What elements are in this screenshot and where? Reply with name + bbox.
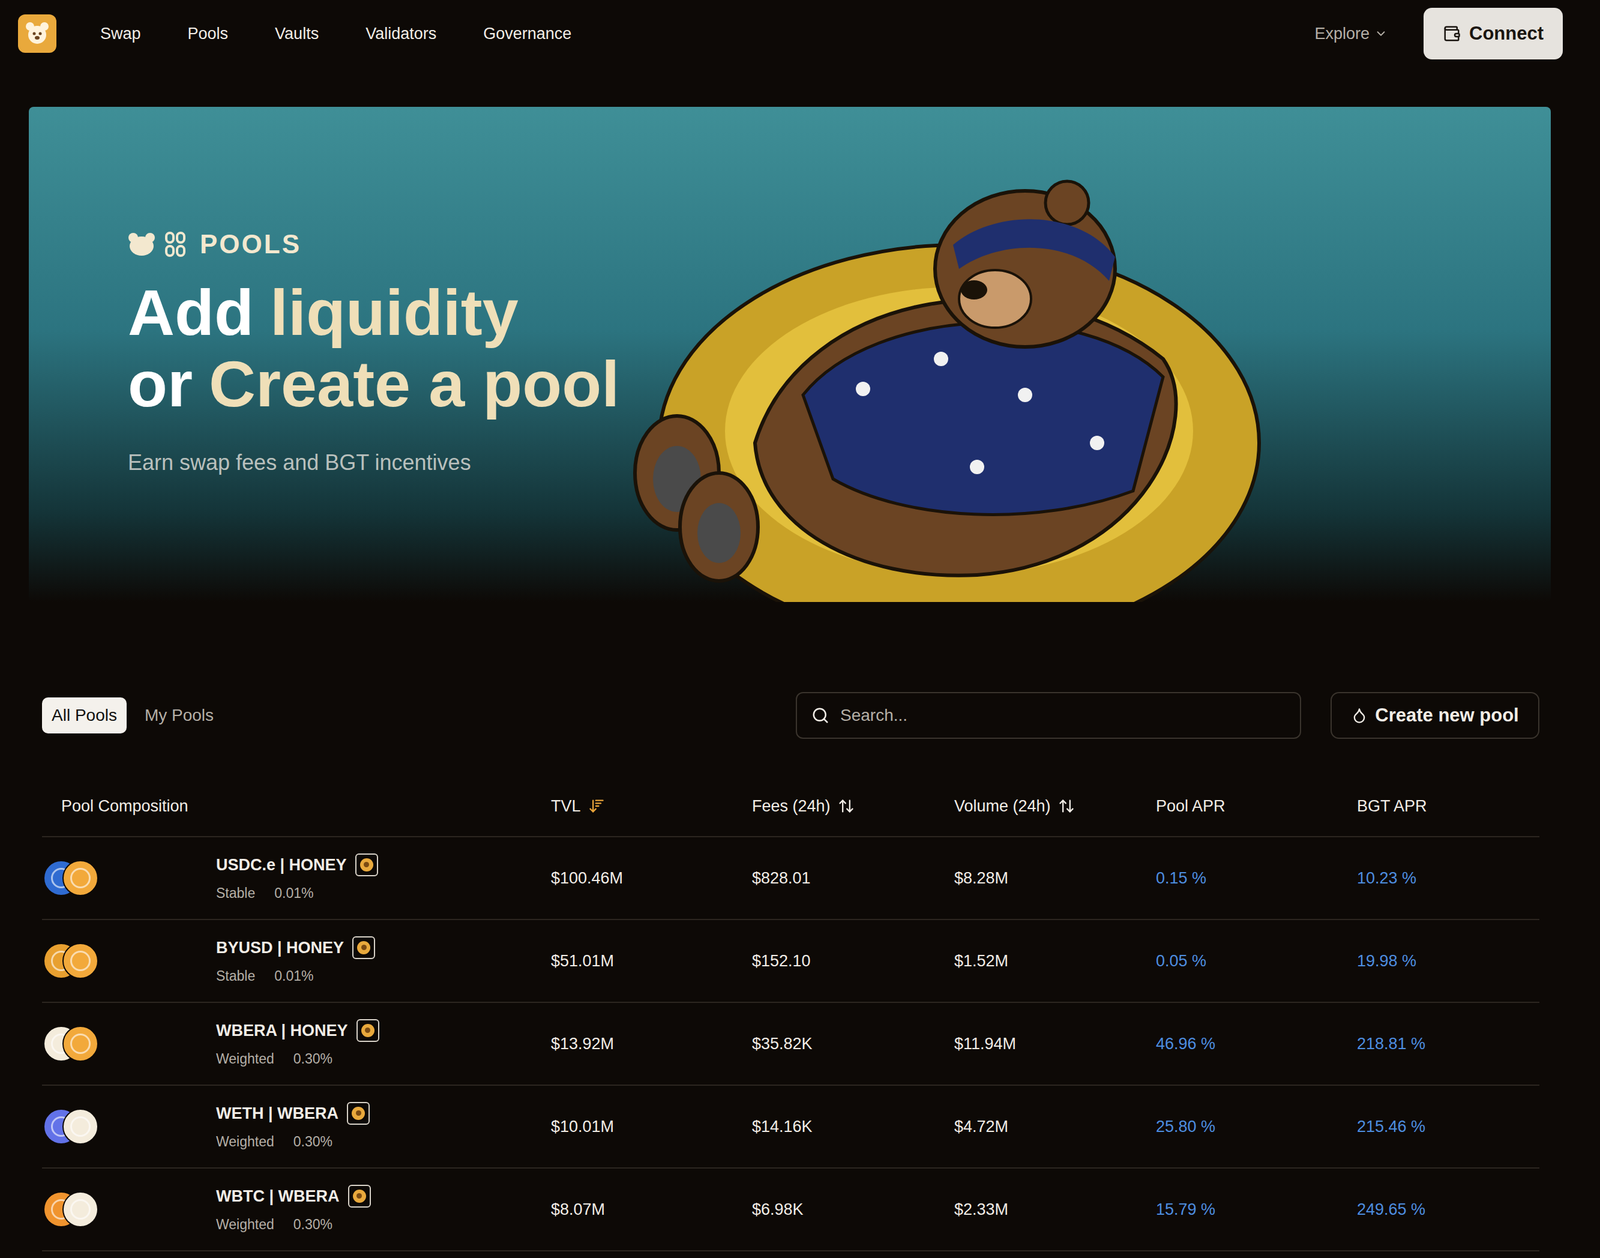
pools-table: Pool CompositionTVLFees (24h)Volume (24h… [42,775,1540,1252]
bgt-apr-cell: 215.46 % [1356,1114,1521,1140]
volume-cell: $11.94M [954,1031,1156,1057]
app: Swap Pools Vaults Validators Governance Explo… [0,0,1600,1258]
pool-type: Weighted [216,1131,275,1153]
column-header[interactable]: TVL [550,793,752,819]
table-row[interactable]: WBTC | WBERA Weighted 0.30% $8.07M$6.98K$2.… [42,1168,1540,1252]
pool-apr-cell: 15.79 % [1155,1197,1357,1222]
fees-cell: $14.16K [751,1114,955,1140]
nav-item[interactable]: Governance [483,21,572,47]
fees-cell: $6.98K [751,1197,955,1222]
logo-icon[interactable] [18,14,57,53]
bear-illustration [604,106,1296,602]
bgt-badge-icon [356,1019,380,1042]
column-header: BGT APR [1356,793,1521,819]
token-icon [62,1191,99,1228]
top-bar: Swap Pools Vaults Validators Governance Explo… [0,0,1600,68]
pool-tabs: All PoolsMy Pools [42,697,224,734]
token-icon [62,1025,99,1062]
pool-tab[interactable]: My Pools [135,697,224,734]
tvl-cell: $10.01M [550,1114,752,1140]
chevron-down-icon [1374,27,1388,41]
pool-fee: 0.30% [293,1048,333,1070]
fees-cell: $828.01 [751,866,955,891]
bgt-badge-icon [352,936,376,960]
hero-eyebrow: POOLS [127,224,605,265]
bgt-badge-icon [346,1101,370,1125]
hero-subtitle: Earn swap fees and BGT incentives [127,446,605,479]
pool-apr-cell: 46.96 % [1155,1031,1357,1057]
tvl-cell: $13.92M [550,1031,752,1057]
table-row[interactable]: BYUSD | HONEY Stable 0.01% $51.01M$152.10$1… [42,920,1540,1003]
pool-name: USDC.e | HONEY [216,852,347,878]
pool-tab[interactable]: All Pools [42,697,127,734]
explore-menu[interactable]: Explore [1314,21,1388,47]
token-icon [62,860,99,897]
nav-item[interactable]: Swap [100,21,142,47]
pool-fee: 0.30% [293,1131,333,1153]
bgt-apr-cell: 19.98 % [1356,948,1521,974]
pool-type: Stable [216,965,256,987]
nav-item[interactable]: Pools [187,21,229,47]
volume-cell: $8.28M [954,866,1156,891]
pool-name: WBTC | WBERA [216,1184,340,1209]
main-nav: Swap Pools Vaults Validators Governance [100,21,572,47]
volume-cell: $1.52M [954,948,1156,974]
pool-type: Weighted [216,1214,275,1236]
search-icon [811,706,830,725]
sort-active-icon[interactable] [588,797,605,815]
bgt-badge-icon [348,1184,371,1208]
column-header[interactable]: Volume (24h) [954,793,1156,819]
table-row[interactable]: WETH | WBERA Weighted 0.30% $10.01M$14.16K$… [42,1085,1540,1169]
tvl-cell: $8.07M [550,1197,752,1222]
token-icon [62,1108,99,1145]
bgt-apr-cell: 218.81 % [1356,1031,1521,1057]
fees-cell: $152.10 [751,948,955,974]
droplet-icon [1350,706,1368,724]
search-field[interactable] [795,691,1302,739]
token-icon [62,942,99,979]
table-header: Pool CompositionTVLFees (24h)Volume (24h… [42,775,1540,838]
pool-name: WBERA | HONEY [216,1018,349,1044]
chain-icon [163,231,187,258]
sort-icon[interactable] [837,797,855,815]
pool-fee: 0.30% [293,1214,333,1236]
search-input[interactable] [840,702,1286,728]
table-row[interactable]: WBERA | HONEY Weighted 0.30% $13.92M$35.82K… [42,1002,1540,1086]
pools-toolbar: All PoolsMy Pools Create new pool [42,691,1540,739]
table-row[interactable]: USDC.e | HONEY Stable 0.01% $100.46M$828.01… [42,837,1540,921]
pool-type: Stable [216,882,256,904]
tvl-cell: $100.46M [550,866,752,891]
tvl-cell: $51.01M [550,948,752,974]
pool-name: BYUSD | HONEY [216,935,344,961]
hero-banner: POOLS AddliquidityorCreate a pool Earn swa… [28,106,1551,602]
column-header: Pool Composition [61,793,551,819]
nav-item[interactable]: Validators [365,21,437,47]
fees-cell: $35.82K [751,1031,955,1057]
pool-type: Weighted [216,1048,275,1070]
pool-fee: 0.01% [274,882,314,904]
connect-button[interactable]: Connect [1423,7,1563,60]
nav-item[interactable]: Vaults [274,21,319,47]
hero-title: AddliquidityorCreate a pool [127,277,605,421]
bgt-apr-cell: 10.23 % [1356,866,1521,891]
column-header[interactable]: Fees (24h) [751,793,955,819]
pool-apr-cell: 25.80 % [1155,1114,1357,1140]
create-pool-button[interactable]: Create new pool [1330,691,1540,739]
pool-apr-cell: 0.15 % [1155,866,1357,891]
column-header: Pool APR [1155,793,1357,819]
bear-head-icon [127,232,156,257]
volume-cell: $4.72M [954,1114,1156,1140]
pool-fee: 0.01% [274,965,314,987]
pool-apr-cell: 0.05 % [1155,948,1357,974]
sort-icon[interactable] [1058,797,1075,815]
pool-name: WETH | WBERA [216,1101,339,1126]
bgt-badge-icon [355,853,379,877]
volume-cell: $2.33M [954,1197,1156,1222]
bgt-apr-cell: 249.65 % [1356,1197,1521,1222]
wallet-icon [1442,24,1461,43]
